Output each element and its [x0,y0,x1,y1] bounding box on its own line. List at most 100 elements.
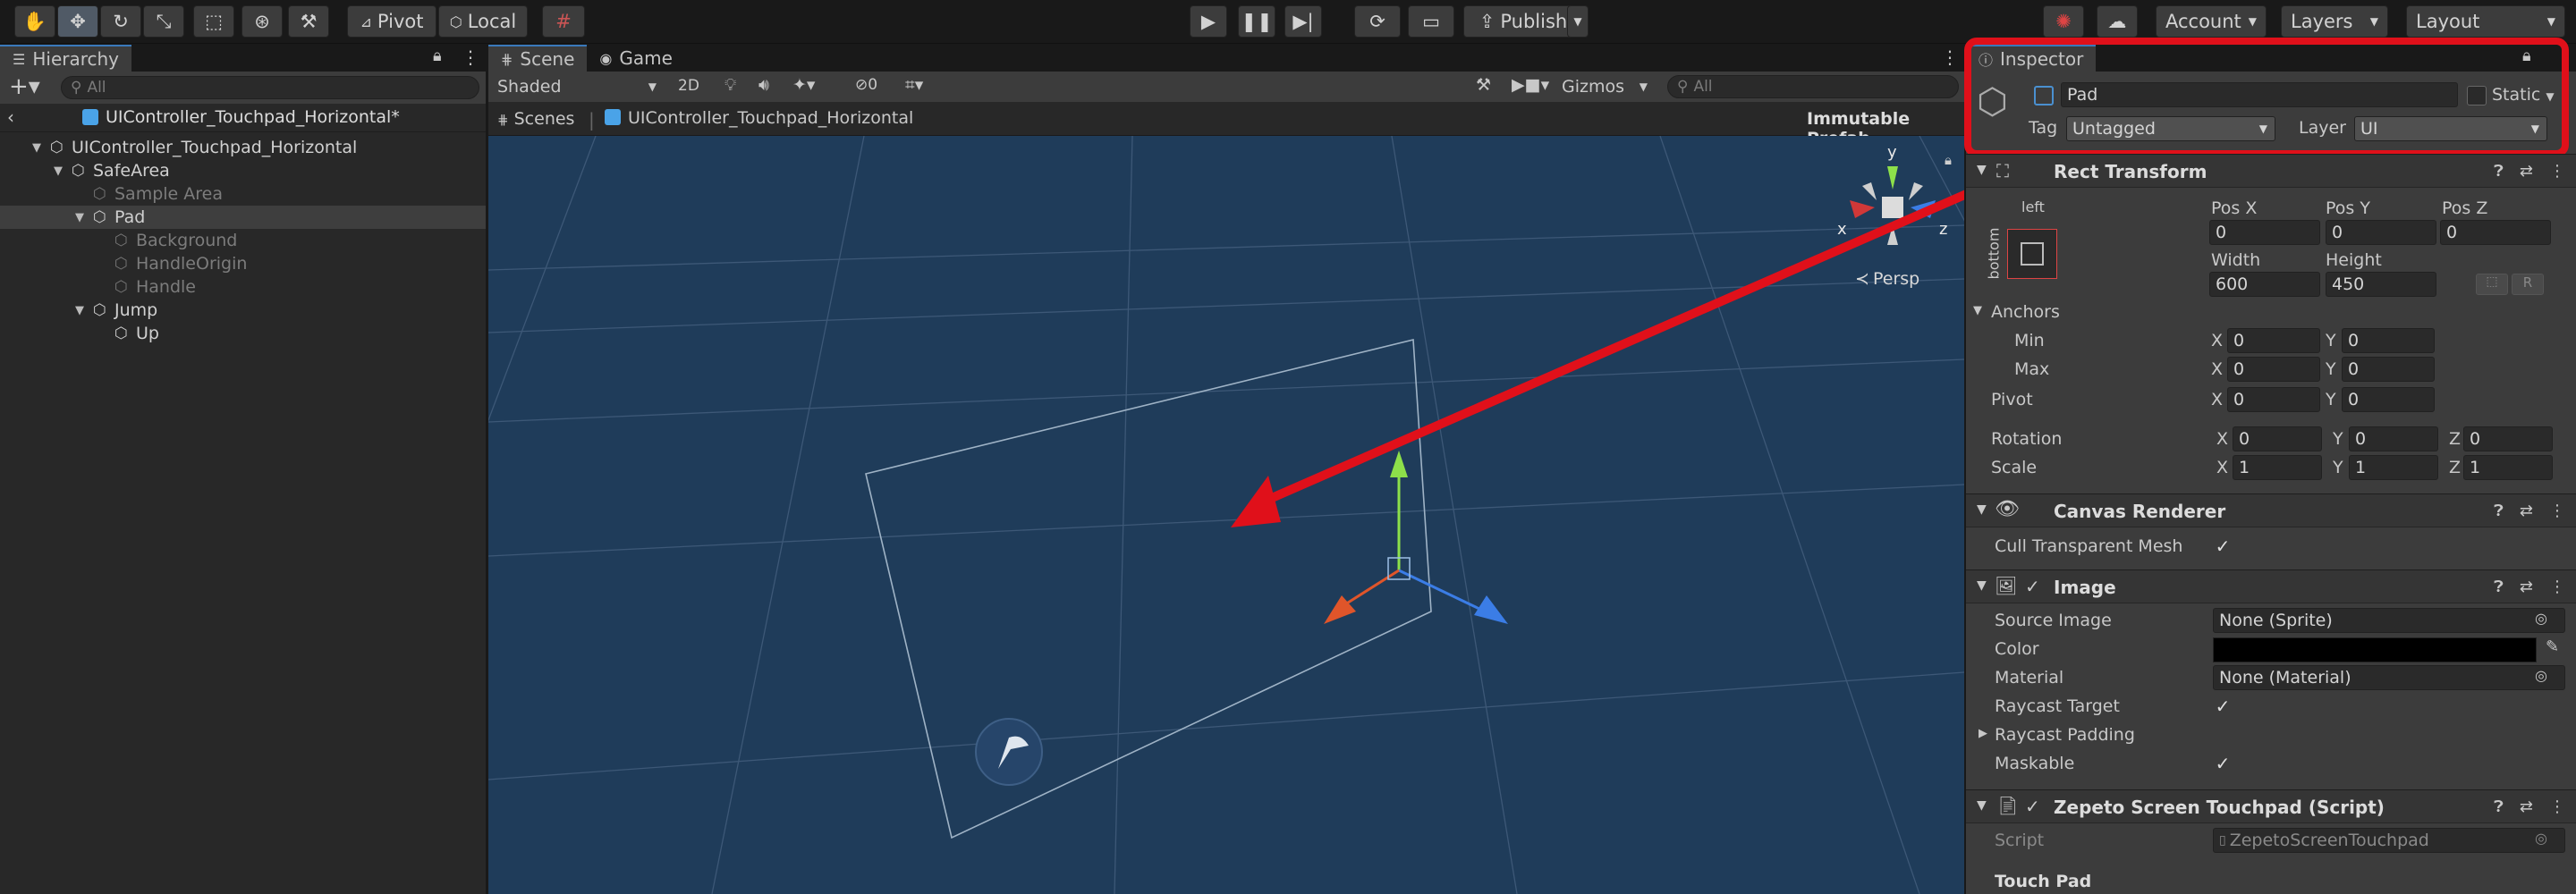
breadcrumb-scenes[interactable]: ⋕ Scenes [497,109,574,129]
hierarchy-item[interactable]: ⬡ Sample Area [0,182,486,206]
material-field[interactable]: None (Material) [2213,665,2565,690]
play-button[interactable]: ▶ [1190,5,1227,38]
more-menu-icon[interactable]: ⋮ [2549,578,2565,596]
preset-icon[interactable]: ⇄ [2520,578,2533,596]
publish-button[interactable]: ⇪ Publish [1463,5,1583,38]
orientation-gizmo[interactable] [1850,166,1936,245]
scene-viewport[interactable]: y x z 🔒︎ ≺ Persp [488,136,1964,894]
raw-edit-button[interactable]: R [2512,274,2544,295]
gizmos-dropdown[interactable]: Gizmos ▼ [1558,74,1651,99]
custom-tools-button[interactable]: ⚒ [288,5,329,38]
enabled-checkbox[interactable]: ✓ [2025,796,2040,817]
anchor-max-y-field[interactable]: 0 [2342,357,2435,382]
more-menu-icon[interactable]: ⋮ [1941,46,1959,68]
hierarchy-item[interactable]: ▼ ⬡ UIController_Touchpad_Horizontal [0,136,486,159]
hierarchy-item[interactable]: ▼ ⬡ SafeArea [0,159,486,182]
lock-icon[interactable]: 🔒︎ [433,46,442,65]
anchor-max-x-field[interactable]: 0 [2227,357,2320,382]
collab-button[interactable]: ✺ [2043,5,2084,38]
fold-arrow-icon[interactable]: ▶ [1979,727,1987,740]
scale-y-field[interactable]: 1 [2349,455,2438,480]
anchor-min-x-field[interactable]: 0 [2227,328,2320,353]
rotate-tool-button[interactable]: ↻ [100,5,141,38]
pivot-y-field[interactable]: 0 [2342,387,2435,412]
tab-game[interactable]: ◉ Game [587,45,685,72]
layout-dropdown[interactable]: Layout ▼ [2406,5,2565,38]
canvas-renderer-header[interactable]: ▼ 👁︎ Canvas Renderer ❓︎ ⇄ ⋮ [1966,493,2576,527]
object-picker-icon[interactable]: ◎ [2535,610,2547,627]
rotation-z-field[interactable]: 0 [2463,426,2553,451]
hierarchy-item[interactable]: ⬡ Background [0,229,486,252]
fold-arrow-icon[interactable]: ▼ [75,304,84,317]
audio-icon[interactable]: 🔊︎ [758,75,769,95]
rotation-y-field[interactable]: 0 [2349,426,2438,451]
anchor-min-y-field[interactable]: 0 [2342,328,2435,353]
help-icon[interactable]: ❓︎ [2494,502,2504,520]
fold-arrow-icon[interactable]: ▼ [1977,798,1987,813]
tab-scene[interactable]: ⋕ Scene [488,45,588,72]
move-gizmo-z-arrow[interactable] [1474,595,1508,624]
pivot-toggle[interactable]: ⊿ Pivot [347,5,436,38]
move-gizmo-x[interactable] [1344,569,1400,606]
help-icon[interactable]: ❓︎ [2494,162,2504,181]
toggle-2d[interactable]: 2D [678,77,699,95]
preset-icon[interactable]: ⇄ [2520,797,2533,816]
hierarchy-search[interactable]: ⚲ All [61,76,479,99]
more-menu-icon[interactable]: ⋮ [2549,797,2565,816]
move-gizmo-z[interactable] [1398,569,1482,611]
blueprint-button[interactable]: ⬚ [2476,274,2508,295]
fold-arrow-icon[interactable]: ▼ [75,211,84,224]
sync-button[interactable]: ⟳ [1354,5,1401,38]
hierarchy-item[interactable]: ⬡ HandleOrigin [0,252,486,275]
source-image-field[interactable]: None (Sprite) [2213,608,2565,633]
effects-icon[interactable]: ✦▾ [792,75,815,95]
fold-arrow-icon[interactable]: ▼ [1977,502,1987,517]
preset-icon[interactable]: ⇄ [2520,502,2533,520]
publish-dropdown[interactable]: ▼ [1567,5,1589,38]
scene-tools-icon[interactable]: ⚒ [1476,75,1491,95]
image-header[interactable]: ▼ 🖼︎ ✓ Image ❓︎ ⇄ ⋮ [1966,569,2576,603]
help-icon[interactable]: ❓︎ [2494,797,2504,816]
hierarchy-item[interactable]: ▼ ⬡ Pad [0,206,486,229]
scene-search[interactable]: ⚲ All [1667,75,1959,98]
object-picker-icon[interactable]: ◎ [2535,667,2547,684]
lighting-icon[interactable]: 💡︎ [724,75,736,95]
pos-z-field[interactable]: 0 [2440,220,2551,245]
fold-arrow-icon[interactable]: ▼ [1973,304,1982,317]
fold-arrow-icon[interactable]: ▼ [32,141,41,155]
persp-prefix-icon[interactable]: ≺ [1855,269,1869,289]
move-tool-button[interactable]: ✥ [57,5,98,38]
local-toggle[interactable]: ⬡ Local [438,5,528,38]
raycast-padding-label[interactable]: Raycast Padding [1995,725,2135,745]
hand-tool-button[interactable]: ✋ [14,5,55,38]
cloud-button[interactable]: ☁ [2097,5,2138,38]
pos-x-field[interactable]: 0 [2209,220,2320,245]
more-menu-icon[interactable]: ⋮ [2549,502,2565,520]
fold-arrow-icon[interactable]: ▼ [1977,163,1987,177]
persp-label[interactable]: Persp [1873,269,1919,289]
pause-button[interactable]: ❚❚ [1238,5,1275,38]
camera-icon[interactable]: ▶■▾ [1512,75,1549,95]
move-gizmo-y-arrow[interactable] [1390,451,1408,477]
account-dropdown[interactable]: Account ▼ [2156,5,2267,38]
scale-tool-button[interactable]: ⤡ [143,5,184,38]
gizmo-lock-icon[interactable]: 🔒︎ [1945,152,1952,168]
eyedropper-icon[interactable]: ✎ [2546,637,2559,656]
hierarchy-item[interactable]: ⬡ Up [0,322,486,345]
enabled-checkbox[interactable]: ✓ [2025,576,2040,597]
color-swatch[interactable] [2213,637,2537,662]
breadcrumb-prefab[interactable]: UIController_Touchpad_Horizontal [628,108,913,128]
width-field[interactable]: 600 [2209,272,2320,297]
cull-checkbox[interactable]: ✓ [2213,536,2233,557]
pivot-x-field[interactable]: 0 [2227,387,2320,412]
rotation-x-field[interactable]: 0 [2233,426,2322,451]
more-menu-icon[interactable]: ⋮ [462,46,479,68]
add-icon[interactable]: +▾ [9,73,40,100]
shading-dropdown[interactable]: Shaded ▼ [492,74,662,99]
maskable-checkbox[interactable]: ✓ [2213,753,2233,774]
rect-tool-button[interactable]: ⬚ [193,5,234,38]
raycast-target-checkbox[interactable]: ✓ [2213,696,2233,717]
anchor-presets-button[interactable] [2007,229,2057,279]
grid-toggle-icon[interactable]: ⌗▾ [905,75,923,95]
scale-x-field[interactable]: 1 [2233,455,2322,480]
